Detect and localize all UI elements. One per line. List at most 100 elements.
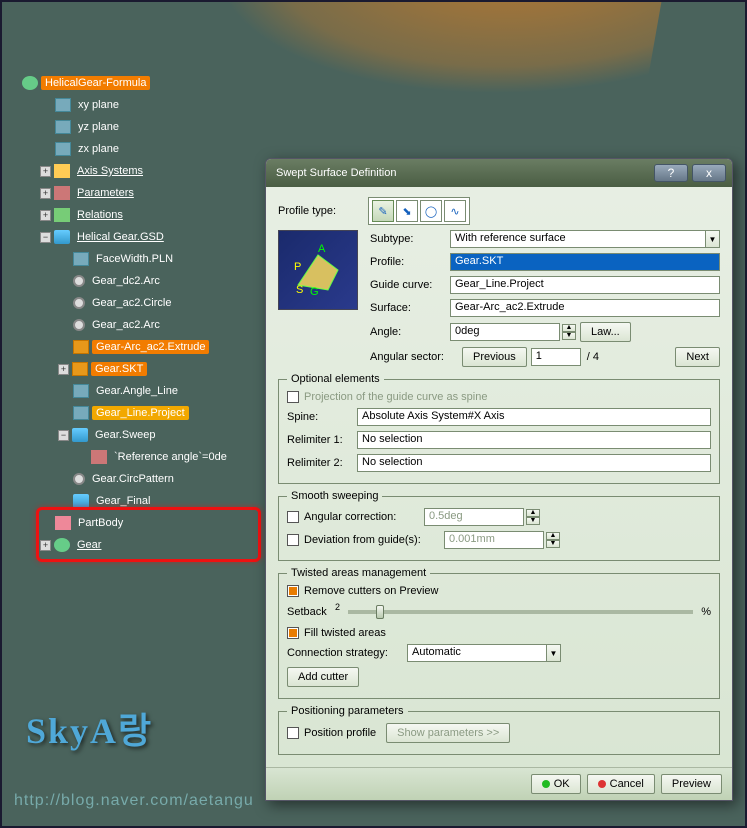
specification-tree[interactable]: HelicalGear-Formula xy plane yz plane zx p… [22, 72, 292, 556]
position-profile-checkbox[interactable] [287, 727, 299, 739]
tree-item[interactable]: −Helical Gear.GSD [22, 226, 292, 248]
setback-tick-label: 2 [335, 602, 340, 612]
plane-icon [55, 142, 71, 156]
deviation-input: 0.001mm [444, 531, 544, 549]
angular-correction-label: Angular correction: [304, 511, 424, 523]
tree-item[interactable]: zx plane [22, 138, 292, 160]
tree-item[interactable]: + Axis Systems [22, 160, 292, 182]
preview-button[interactable]: Preview [661, 774, 722, 794]
profile-type-conic-icon[interactable]: ∿ [444, 200, 466, 222]
tree-item-label: `Reference angle`=0de [110, 450, 231, 464]
fill-twisted-label: Fill twisted areas [304, 627, 386, 639]
sector-input[interactable]: 1 [531, 348, 581, 366]
dialog-footer: OK Cancel Preview [266, 767, 732, 800]
tree-item[interactable]: −Gear.Sweep [22, 424, 292, 446]
cancel-dot-icon [598, 780, 606, 788]
tree-item-label: Gear_ac2.Arc [88, 318, 164, 332]
tree-item[interactable]: yz plane [22, 116, 292, 138]
profile-type-line-icon[interactable]: ⬊ [396, 200, 418, 222]
angle-spinner[interactable]: ▲▼ [562, 324, 576, 340]
tree-item[interactable]: + Gear.SKT [22, 358, 292, 380]
tree-item-label: Gear_Line.Project [92, 406, 189, 420]
param-icon [54, 186, 70, 200]
profile-input[interactable]: Gear.SKT [450, 253, 720, 271]
expand-toggle[interactable]: − [58, 430, 69, 441]
tree-item-label: Gear.SKT [91, 362, 147, 376]
relimiter1-input[interactable]: No selection [357, 431, 711, 449]
dialog-titlebar[interactable]: Swept Surface Definition ? x [266, 159, 732, 187]
tree-root[interactable]: HelicalGear-Formula [22, 72, 292, 94]
profile-type-explicit-icon[interactable]: ✎ [372, 200, 394, 222]
guide-curve-input[interactable]: Gear_Line.Project [450, 276, 720, 294]
chevron-down-icon[interactable]: ▼ [705, 230, 720, 248]
tree-item[interactable]: Gear_Line.Project [22, 402, 292, 424]
smooth-sweeping-legend: Smooth sweeping [287, 490, 382, 502]
ok-dot-icon [542, 780, 550, 788]
expand-toggle[interactable]: + [58, 364, 69, 375]
profile-type-circle-icon[interactable]: ◯ [420, 200, 442, 222]
tree-item[interactable]: Gear.CircPattern [22, 468, 292, 490]
angular-correction-checkbox[interactable] [287, 511, 299, 523]
tree-item-label: Axis Systems [73, 164, 147, 178]
deviation-spinner: ▲▼ [546, 532, 560, 548]
tree-item[interactable]: Gear_ac2.Arc [22, 314, 292, 336]
law-button[interactable]: Law... [580, 322, 631, 342]
tree-item[interactable]: Gear-Arc_ac2.Extrude [22, 336, 292, 358]
fill-twisted-checkbox[interactable] [287, 627, 299, 639]
cancel-button[interactable]: Cancel [587, 774, 655, 794]
ok-button[interactable]: OK [531, 774, 581, 794]
tree-item[interactable]: Gear_dc2.Arc [22, 270, 292, 292]
square-icon [72, 362, 88, 376]
deviation-checkbox[interactable] [287, 534, 299, 546]
swept-surface-dialog: Swept Surface Definition ? x Profile typ… [265, 158, 733, 801]
spine-input[interactable]: Absolute Axis System#X Axis [357, 408, 711, 426]
help-button[interactable]: ? [654, 164, 688, 182]
remove-cutters-label: Remove cutters on Preview [304, 585, 439, 597]
surface-input[interactable]: Gear-Arc_ac2.Extrude [450, 299, 720, 317]
svg-text:S: S [296, 284, 303, 296]
circle-icon [73, 275, 85, 287]
dialog-title: Swept Surface Definition [272, 167, 650, 179]
expand-toggle[interactable]: − [40, 232, 51, 243]
spine-label: Spine: [287, 411, 357, 423]
connection-strategy-label: Connection strategy: [287, 647, 407, 659]
tree-item[interactable]: `Reference angle`=0de [22, 446, 292, 468]
relimiter2-input[interactable]: No selection [357, 454, 711, 472]
tree-item-label: Gear-Arc_ac2.Extrude [92, 340, 209, 354]
connection-strategy-select[interactable]: Automatic [407, 644, 547, 662]
next-sector-button[interactable]: Next [675, 347, 720, 367]
watermark-url: http://blog.naver.com/aetangu [14, 792, 254, 810]
expand-toggle[interactable]: + [40, 166, 51, 177]
add-cutter-button[interactable]: Add cutter [287, 667, 359, 687]
close-button[interactable]: x [692, 164, 726, 182]
tree-item-label: xy plane [74, 98, 123, 112]
projection-checkbox[interactable] [287, 391, 299, 403]
tree-item[interactable]: xy plane [22, 94, 292, 116]
angle-input[interactable]: 0deg [450, 323, 560, 341]
tree-item[interactable]: + Parameters [22, 182, 292, 204]
svg-text:G: G [310, 286, 319, 298]
tree-item-label: zx plane [74, 142, 123, 156]
setback-percent-label: % [701, 606, 711, 618]
gsd-icon [73, 494, 89, 508]
remove-cutters-checkbox[interactable] [287, 585, 299, 597]
expand-toggle[interactable]: + [40, 188, 51, 199]
optional-elements-legend: Optional elements [287, 373, 384, 385]
gsd-icon [72, 428, 88, 442]
chevron-down-icon[interactable]: ▼ [546, 644, 561, 662]
param-icon [91, 450, 107, 464]
previous-sector-button[interactable]: Previous [462, 347, 527, 367]
expand-toggle[interactable]: + [40, 210, 51, 221]
svg-text:A: A [318, 243, 326, 255]
subtype-label: Subtype: [370, 233, 450, 245]
surface-label: Surface: [370, 302, 450, 314]
tree-item[interactable]: +Relations [22, 204, 292, 226]
tree-item[interactable]: Gear_ac2.Circle [22, 292, 292, 314]
tree-item[interactable]: FaceWidth.PLN [22, 248, 292, 270]
setback-slider[interactable] [348, 610, 693, 614]
tree-item[interactable]: Gear.Angle_Line [22, 380, 292, 402]
tree-item-label: Parameters [73, 186, 138, 200]
deviation-label: Deviation from guide(s): [304, 534, 444, 546]
subtype-select[interactable]: With reference surface [450, 230, 706, 248]
tree-item-label: yz plane [74, 120, 123, 134]
